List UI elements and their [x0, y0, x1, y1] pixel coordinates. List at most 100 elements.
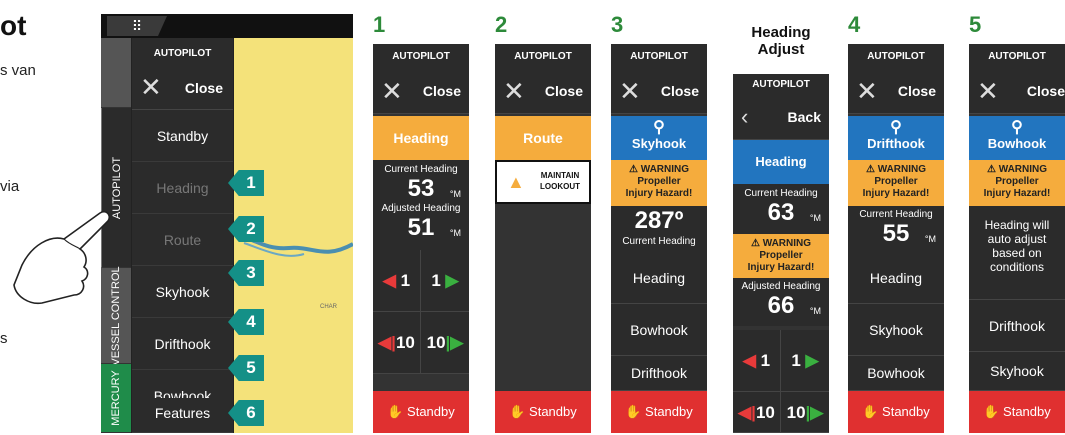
panel-title: AUTOPILOT [848, 44, 944, 70]
menu-item-standby[interactable]: Standby [132, 110, 233, 162]
option-drifthook[interactable]: Drifthook [969, 300, 1065, 352]
panel-title: AUTOPILOT [495, 44, 591, 70]
callout-5: 5 [228, 355, 264, 381]
menu-item-heading[interactable]: Heading [132, 162, 233, 214]
mode-drifthook: ⚲ Drifthook [848, 116, 944, 160]
callout-2: 2 [228, 216, 264, 242]
increase-10-button[interactable]: 10|▶ [781, 392, 829, 433]
decrease-10-button[interactable]: ◀|10 [373, 312, 421, 374]
option-bowhook[interactable]: Bowhook [611, 304, 707, 356]
lookout-text: MAINTAIN LOOKOUT [540, 171, 580, 191]
adjusted-readout: Adjusted Heading 66 °M [733, 278, 829, 326]
arrow-right-bar-icon: |▶ [445, 333, 464, 352]
close-button[interactable]: ✕ Close [611, 70, 707, 114]
close-button[interactable]: ✕ Close [373, 70, 469, 114]
grid-menu-icon[interactable]: ⠿ [107, 16, 167, 36]
panel-title: AUTOPILOT [611, 44, 707, 70]
close-icon: ✕ [977, 76, 999, 106]
standby-button[interactable]: ✋ Standby [495, 391, 591, 433]
close-icon: ✕ [381, 76, 403, 106]
warning-banner: ⚠ WARNING Propeller Injury Hazard! [611, 160, 707, 206]
current-heading-value: 287º [634, 207, 684, 234]
option-heading[interactable]: Heading [848, 252, 944, 304]
hand-icon: ✋ [983, 404, 1004, 419]
adjust-by-1: ◀ 1 1 ▶ [733, 330, 829, 392]
close-label: Close [184, 80, 223, 96]
close-button[interactable]: ✕ Close [132, 68, 233, 110]
standby-button[interactable]: ✋ Standby [969, 391, 1065, 433]
arrow-left-icon: ◀ [742, 351, 761, 370]
intro-text-s: s [0, 330, 8, 347]
close-button[interactable]: ✕ Close [969, 70, 1065, 114]
step-label-5: 5 [969, 12, 982, 37]
increase-1-button[interactable]: 1 ▶ [421, 250, 469, 312]
heading-adjust-caption: Heading Adjust [751, 24, 811, 58]
panel-title: AUTOPILOT [733, 74, 829, 96]
lookout-banner: ▲ MAINTAIN LOOKOUT [495, 160, 591, 204]
step-label-3: 3 [611, 12, 624, 37]
warning-icon: ⚠ [628, 164, 641, 175]
option-skyhook[interactable]: Skyhook [848, 304, 944, 356]
mode-bowhook: ⚲ Bowhook [969, 116, 1065, 160]
hand-icon: ✋ [509, 404, 530, 419]
warning-banner: ⚠ WARNING Propeller Injury Hazard! [848, 160, 944, 206]
menu-item-drifthook[interactable]: Drifthook [132, 318, 233, 370]
option-drifthook[interactable]: Drifthook [611, 356, 707, 391]
tab-mercury[interactable]: MERCURY [101, 364, 131, 433]
heading-readout: Current Heading 53 °M Adjusted Heading 5… [373, 160, 469, 260]
close-button[interactable]: ✕ Close [848, 70, 944, 114]
info-text: Heading will auto adjust based on condit… [969, 206, 1065, 300]
arrow-left-bar-icon: ◀| [738, 403, 756, 422]
option-heading[interactable]: Heading [611, 252, 707, 304]
adjusted-heading-value: 66 [767, 292, 795, 319]
location-pin-icon: ⚲ [1011, 119, 1023, 136]
unit-label: °M [449, 189, 461, 199]
decrease-1-button[interactable]: ◀ 1 [373, 250, 421, 312]
option-skyhook[interactable]: Skyhook [969, 352, 1065, 391]
autopilot-menu: AUTOPILOT ✕ Close Standby Heading Route … [132, 38, 233, 433]
adjust-by-1: ◀ 1 1 ▶ [373, 250, 469, 312]
unit-label: °M [809, 306, 821, 316]
close-icon: ✕ [619, 76, 641, 106]
hand-icon: ✋ [625, 404, 646, 419]
menu-item-skyhook[interactable]: Skyhook [132, 266, 233, 318]
current-heading-value: 63 [767, 199, 795, 226]
close-icon: ✕ [503, 76, 525, 106]
decrease-10-button[interactable]: ◀|10 [733, 392, 781, 433]
standby-button[interactable]: ✋ Standby [373, 391, 469, 433]
back-button[interactable]: ‹ Back [733, 96, 829, 140]
arrow-right-icon: ▶ [800, 351, 819, 370]
close-button[interactable]: ✕ Close [495, 70, 591, 114]
menu-item-features-label[interactable]: Features [132, 398, 233, 428]
close-icon: ✕ [140, 72, 162, 102]
step-label-4: 4 [848, 12, 861, 37]
panel-heading-adjust: AUTOPILOT ‹ Back Heading Current Heading… [733, 74, 829, 433]
increase-1-button[interactable]: 1 ▶ [781, 330, 829, 392]
back-icon: ‹ [741, 104, 749, 129]
panel-route: AUTOPILOT ✕ Close Route ▲ MAINTAIN LOOKO… [495, 44, 591, 433]
current-heading-value: 53 [407, 175, 435, 202]
menu-item-route[interactable]: Route [132, 214, 233, 266]
warning-icon: ⚠ [986, 164, 999, 175]
standby-button[interactable]: ✋ Standby [611, 391, 707, 433]
arrow-right-icon: ▶ [440, 271, 459, 290]
panel-skyhook: AUTOPILOT ✕ Close ⚲ Skyhook ⚠ WARNING Pr… [611, 44, 707, 433]
close-label: Close [1026, 83, 1065, 99]
close-icon: ✕ [856, 76, 878, 106]
tab-blank[interactable] [101, 38, 131, 108]
back-label: Back [787, 109, 821, 125]
callout-1: 1 [228, 170, 264, 196]
increase-10-button[interactable]: 10|▶ [421, 312, 469, 374]
decrease-1-button[interactable]: ◀ 1 [733, 330, 781, 392]
arrow-left-icon: ◀ [382, 271, 401, 290]
mode-route: Route [495, 116, 591, 160]
standby-button[interactable]: ✋ Standby [848, 391, 944, 433]
intro-text-via: via [0, 178, 20, 195]
unit-label: °M [924, 234, 936, 244]
mode-heading: Heading [733, 140, 829, 184]
adjusted-heading-value: 51 [407, 214, 435, 241]
option-bowhook[interactable]: Bowhook [848, 356, 944, 391]
unit-label: °M [449, 228, 461, 238]
hand-pointer-icon [13, 210, 111, 305]
warning-banner: ⚠ WARNING Propeller Injury Hazard! [969, 160, 1065, 206]
